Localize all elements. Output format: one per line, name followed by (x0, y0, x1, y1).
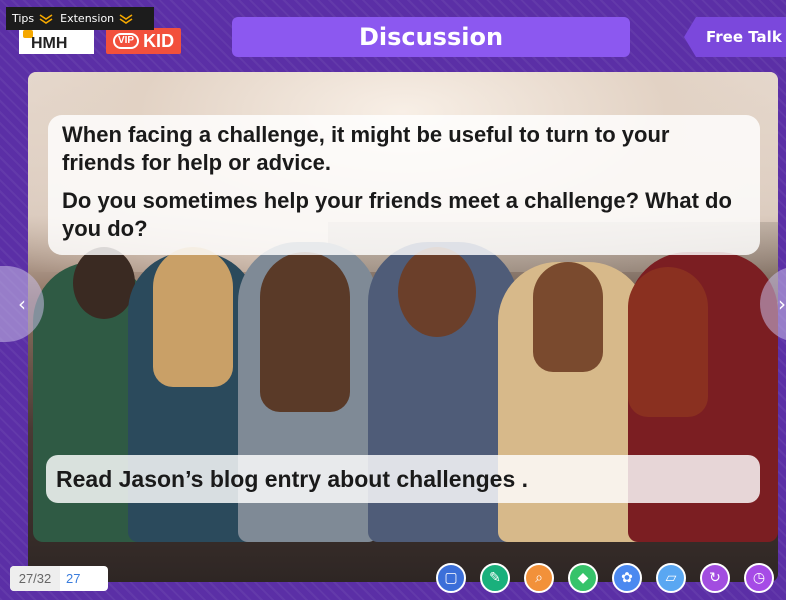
tips-extension-bar: Tips Extension (6, 7, 154, 30)
task-instruction: Read Jason’s blog entry about challenges… (46, 455, 760, 503)
search-button[interactable]: ⌕ (524, 563, 554, 593)
photo-head (628, 267, 708, 417)
page-indicator: 27/32 27 (10, 566, 108, 591)
photo-head (73, 247, 135, 319)
chevron-down-icon (119, 13, 133, 24)
vipkid-logo-vip: VIP (112, 33, 140, 49)
page-jump-input[interactable]: 27 (60, 566, 108, 591)
page-count: 27/32 (10, 566, 60, 591)
tools-button[interactable]: ✎ (480, 563, 510, 593)
vipkid-logo-kid: KID (143, 30, 175, 51)
prompt-text-2: Do you sometimes help your friends meet … (62, 188, 732, 241)
photo-head (260, 252, 350, 412)
prompt-text-1: When facing a challenge, it might be use… (62, 122, 670, 175)
chevron-left-icon: ‹ (18, 292, 26, 316)
refresh-icon: ↻ (709, 570, 721, 586)
discussion-prompt: When facing a challenge, it might be use… (48, 115, 760, 255)
tips-label: Tips (12, 12, 35, 25)
timer-button[interactable]: ◷ (744, 563, 774, 593)
lesson-frame: Tips Extension HMH VIP KID Discussion Fr… (0, 0, 786, 600)
free-talk-tab[interactable]: Free Talk (684, 17, 786, 57)
page-title: Discussion (232, 17, 630, 57)
sticker-button[interactable]: ◆ (568, 563, 598, 593)
chevron-right-icon: › (778, 292, 786, 316)
courseware-icon: ▢ (444, 570, 458, 586)
extension-label: Extension (60, 12, 115, 25)
photo-head (398, 247, 476, 337)
chevron-down-icon (39, 13, 53, 24)
hmh-logo: HMH (19, 28, 94, 54)
hmh-logo-text: HMH (31, 35, 68, 52)
photo-head (153, 247, 233, 387)
extension-toggle[interactable]: Extension (60, 12, 134, 25)
eraser-button[interactable]: ▱ (656, 563, 686, 593)
bottom-toolbar: ▢ ✎ ⌕ ◆ ✿ ▱ ↻ ◷ (436, 563, 774, 593)
courseware-button[interactable]: ▢ (436, 563, 466, 593)
vipkid-logo: VIP KID (106, 28, 181, 54)
refresh-button[interactable]: ↻ (700, 563, 730, 593)
palette-button[interactable]: ✿ (612, 563, 642, 593)
palette-icon: ✿ (621, 570, 633, 586)
eraser-icon: ▱ (665, 570, 677, 586)
timer-icon: ◷ (752, 570, 766, 586)
search-icon: ⌕ (535, 570, 543, 586)
photo-head (533, 262, 603, 372)
tips-toggle[interactable]: Tips (12, 12, 54, 25)
sticker-icon: ◆ (577, 570, 589, 586)
tools-icon: ✎ (489, 570, 501, 586)
